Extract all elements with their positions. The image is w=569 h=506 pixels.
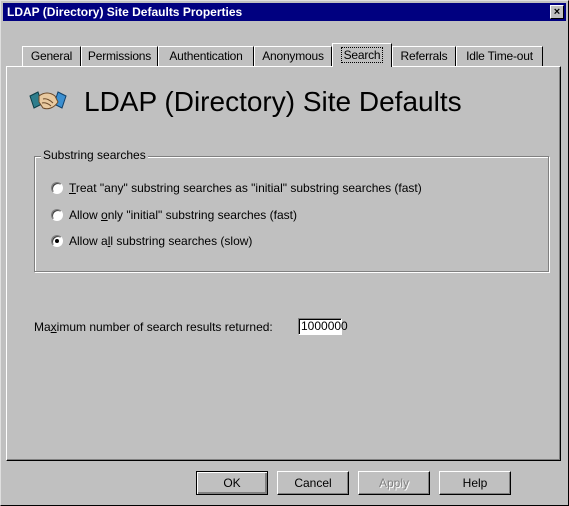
close-icon: × xyxy=(553,6,561,18)
page-heading: LDAP (Directory) Site Defaults xyxy=(84,86,462,117)
max-results-input[interactable]: 1000000 xyxy=(298,318,348,335)
mnemonic: T xyxy=(69,181,76,195)
tab-referrals[interactable]: Referrals xyxy=(392,46,456,66)
label-pre: Allow a xyxy=(69,234,108,248)
tab-search-label: Search xyxy=(340,47,384,63)
radio-button[interactable] xyxy=(51,209,63,221)
help-button[interactable]: Help xyxy=(439,471,511,495)
radio-button[interactable] xyxy=(51,182,63,194)
apply-label: Apply xyxy=(378,476,410,490)
tab-search[interactable]: Search xyxy=(332,43,392,67)
label-rest: reat "any" substring searches as "initia… xyxy=(75,181,422,195)
title-bar[interactable]: LDAP (Directory) Site Defaults Propertie… xyxy=(3,3,566,21)
apply-button: Apply xyxy=(358,471,430,495)
tab-permissions[interactable]: Permissions xyxy=(81,46,158,66)
label-pre: Allow xyxy=(69,208,102,222)
close-button[interactable]: × xyxy=(550,5,564,19)
max-results-label: Maximum number of search results returne… xyxy=(34,320,273,334)
radio-label: Allow only "initial" substring searches … xyxy=(69,208,297,223)
tab-anonymous[interactable]: Anonymous xyxy=(254,46,332,66)
tab-general-label: General xyxy=(30,49,73,63)
label-rest: nly "initial" substring searches (fast) xyxy=(107,208,297,222)
ok-label: OK xyxy=(223,476,241,490)
radio-selected-dot xyxy=(55,239,59,243)
tab-authentication-label: Authentication xyxy=(169,49,243,63)
tab-idle-time-out-label: Idle Time-out xyxy=(466,49,533,63)
tab-idle-time-out[interactable]: Idle Time-out xyxy=(456,46,543,66)
radio-button[interactable] xyxy=(51,235,63,247)
ok-button[interactable]: OK xyxy=(196,471,268,495)
group-legend: Substring searches xyxy=(41,148,148,162)
tab-authentication[interactable]: Authentication xyxy=(158,46,254,66)
help-label: Help xyxy=(462,476,488,490)
tab-permissions-label: Permissions xyxy=(87,49,152,63)
cancel-button[interactable]: Cancel xyxy=(277,471,349,495)
radio-label: Allow all substring searches (slow) xyxy=(69,234,252,249)
mnemonic: o xyxy=(101,208,108,222)
handshake-icon xyxy=(29,91,67,110)
label-rest: l substring searches (slow) xyxy=(110,234,253,248)
tab-anonymous-label: Anonymous xyxy=(262,49,324,63)
window-title: LDAP (Directory) Site Defaults Propertie… xyxy=(7,5,243,19)
tab-referrals-label: Referrals xyxy=(400,49,448,63)
label-rest: imum number of search results returned: xyxy=(56,320,273,334)
radio-label: Treat "any" substring searches as "initi… xyxy=(69,181,422,196)
label-pre: Ma xyxy=(34,320,51,334)
substring-searches-group: Substring searches Treat "any" substring… xyxy=(34,148,549,272)
tab-general[interactable]: General xyxy=(22,46,81,66)
cancel-label: Cancel xyxy=(294,476,332,490)
